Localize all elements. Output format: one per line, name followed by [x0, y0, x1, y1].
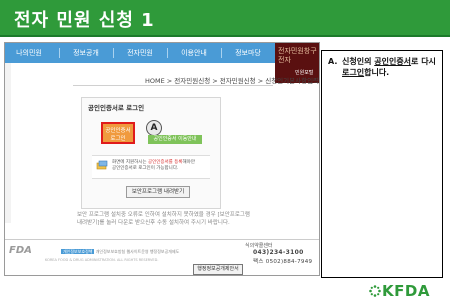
nav-divider	[59, 48, 60, 58]
cert-move-guide-button[interactable]: 공인인증서 이동안내	[148, 135, 202, 144]
callcenter-fax: 팩스 0502)884-7949	[253, 259, 313, 265]
annotation-marker-a: A	[146, 120, 162, 136]
info-icon	[96, 160, 108, 170]
kfda-emblem-icon	[369, 285, 381, 297]
footer-links: 개인정보보호정책 개인정보보호방침 웹사이트운영 행정정보공개제도	[61, 249, 179, 255]
footer-link[interactable]: 개인정보보호정책	[61, 249, 95, 254]
left-strip	[5, 63, 11, 223]
screenshot-frame: 나의민원 정보공개 전자민원 이용안내 정보마당 전자민원창구 전자 민원포털 …	[4, 42, 320, 276]
security-description: 보안 프로그램 설치중 오류로 인하여 설치하지 못하였을 경우 [보안프로그램…	[77, 212, 250, 226]
header-underline	[0, 35, 450, 37]
nav-item-guide[interactable]: 이용안내	[169, 43, 219, 63]
login-panel-title: 공인인증서로 로그인	[88, 104, 145, 112]
nav-item-info-plaza[interactable]: 정보마당	[223, 43, 273, 63]
login-panel: 공인인증서로 로그인 공인인증서 로그인 A 공인인증서 이동안내 화면에 지원…	[81, 97, 221, 209]
nav-item-info-open[interactable]: 정보공개	[61, 43, 111, 63]
info-text: 화면에 지원하시는 공인인증서를 등록해야만 공인인증서로 로그인이 가능합니다…	[112, 160, 195, 171]
footer-link[interactable]: 행정정보공개제도	[150, 249, 179, 254]
fda-footer-logo: FDA	[9, 245, 32, 256]
nav-divider	[113, 48, 114, 58]
slide-title: 전자 민원 신청 1	[14, 10, 155, 31]
nav-item-my-civil[interactable]: 나의민원	[7, 43, 51, 63]
footer-divider	[5, 239, 319, 240]
nav-divider	[221, 48, 222, 58]
top-nav: 나의민원 정보공개 전자민원 이용안내 정보마당	[5, 43, 275, 63]
proposal-button[interactable]: 행정정보공개제안서	[193, 264, 243, 275]
callcenter-phone: 043)234-3100	[253, 249, 304, 256]
footer-link[interactable]: 개인정보보호방침	[96, 249, 125, 254]
nav-item-e-civil[interactable]: 전자민원	[115, 43, 165, 63]
breadcrumb: HOME > 전자민원신청 > 전자민원신청 > 신청인기본사항입력	[145, 77, 320, 85]
kfda-logo: KFDA	[382, 282, 430, 300]
slide-header: 전자 민원 신청 1	[0, 0, 450, 37]
cert-login-button[interactable]: 공인인증서 로그인	[101, 122, 135, 144]
security-download-button[interactable]: 보안프로그램 내려받기	[126, 186, 190, 198]
nav-divider	[167, 48, 168, 58]
copyright-text: KOREA FOOD & DRUG ADMINISTRATION. ALL RI…	[45, 258, 159, 262]
portal-logo-text: 전자민원창구 전자	[278, 47, 317, 64]
instruction-note: A. 신청인의 공인인증서로 다시 로그인합니다.	[321, 50, 443, 278]
callcenter-label: 식의약콜센터	[245, 243, 273, 249]
footer-link[interactable]: 웹사이트운영	[126, 249, 148, 254]
note-marker: A.	[328, 57, 338, 66]
breadcrumb-divider	[73, 85, 273, 86]
note-text: 신청인의 공인인증서로 다시 로그인합니다.	[342, 57, 436, 77]
